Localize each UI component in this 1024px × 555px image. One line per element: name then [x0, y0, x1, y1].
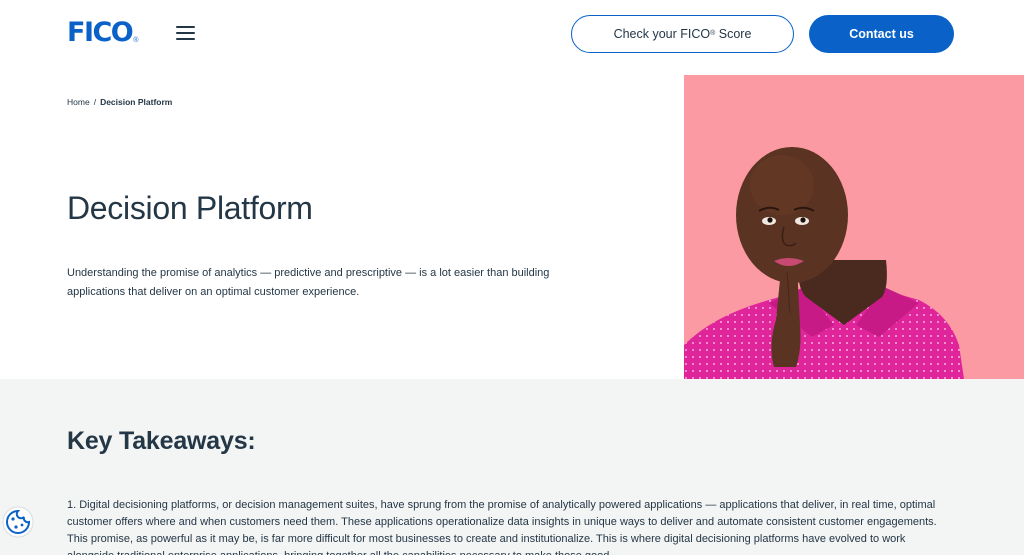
- key-takeaways-title: Key Takeaways:: [67, 427, 256, 455]
- breadcrumb-separator: /: [93, 97, 97, 107]
- logo-registered-mark: ®: [133, 37, 139, 44]
- breadcrumb-home-link[interactable]: Home: [67, 97, 90, 107]
- cookie-icon[interactable]: [2, 506, 34, 538]
- menu-icon[interactable]: [176, 24, 195, 42]
- check-score-label: Check your FICO: [613, 27, 711, 41]
- key-takeaways-body: 1. Digital decisioning platforms, or dec…: [67, 499, 937, 555]
- site-header: FICO ® Check your FICO ® Score Contact us: [0, 0, 1024, 70]
- check-score-suffix: Score: [715, 27, 752, 41]
- contact-us-button[interactable]: Contact us: [809, 15, 954, 53]
- page-title: Decision Platform: [67, 190, 313, 226]
- fico-logo[interactable]: FICO ®: [67, 18, 138, 48]
- logo-text: FICO: [67, 17, 134, 48]
- breadcrumb: Home / Decision Platform: [67, 97, 172, 107]
- check-score-button[interactable]: Check your FICO ® Score: [571, 15, 794, 53]
- hero-image: [684, 75, 1024, 379]
- hero-description: Understanding the promise of analytics —…: [67, 267, 550, 298]
- breadcrumb-current: Decision Platform: [100, 97, 173, 107]
